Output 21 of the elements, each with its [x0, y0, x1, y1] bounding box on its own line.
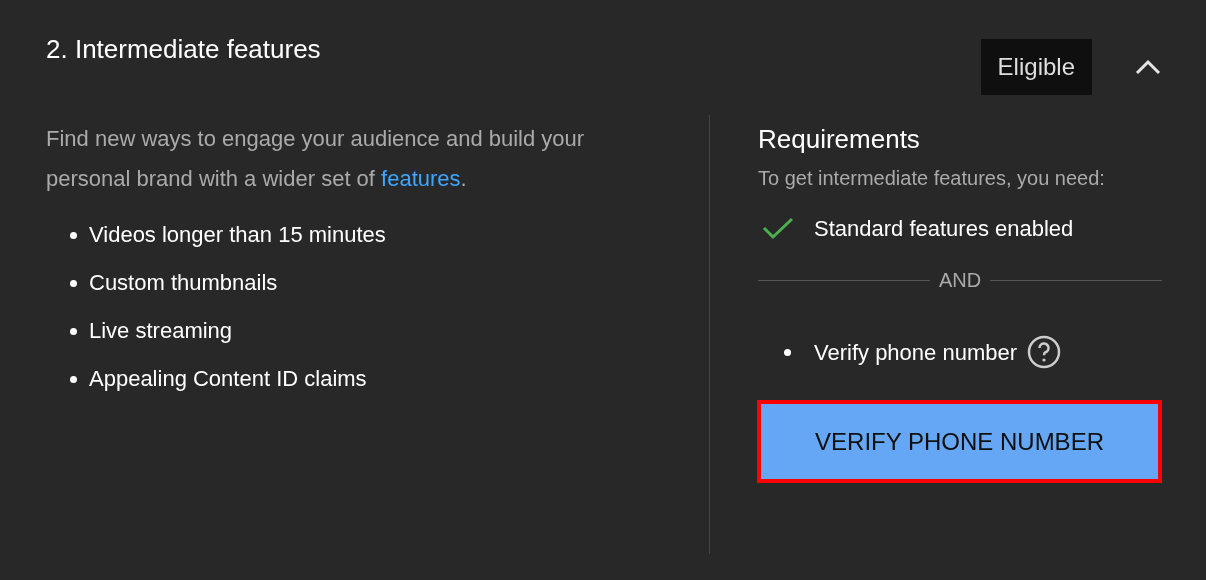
requirement-label: Verify phone number: [814, 338, 1018, 367]
bullet-icon: [784, 348, 791, 356]
feature-item: Appealing Content ID claims: [89, 365, 367, 393]
description: Find new ways to engage your audience and build your personal brand with a wider set of features.: [46, 125, 586, 193]
requirements-title: Requirements: [758, 123, 921, 155]
feature-item: Videos longer than 15 minutes: [89, 221, 386, 249]
help-icon[interactable]: [1027, 335, 1062, 369]
feature-item: Custom thumbnails: [89, 269, 278, 297]
verify-phone-button[interactable]: VERIFY PHONE NUMBER: [757, 400, 1162, 483]
bullet-icon: [70, 231, 77, 239]
bullet-icon: [70, 327, 77, 335]
bullet-icon: [70, 279, 77, 287]
features-link[interactable]: features: [381, 166, 461, 191]
requirements-subtitle: To get intermediate features, you need:: [758, 166, 1106, 191]
feature-item: Live streaming: [89, 317, 233, 345]
requirement-label: Standard features enabled: [814, 214, 1074, 243]
section-title: 2. Intermediate features: [46, 33, 321, 66]
status-badge: Eligible: [980, 39, 1092, 95]
bullet-icon: [70, 375, 77, 383]
and-separator: AND: [937, 268, 983, 293]
check-icon: [762, 216, 794, 240]
